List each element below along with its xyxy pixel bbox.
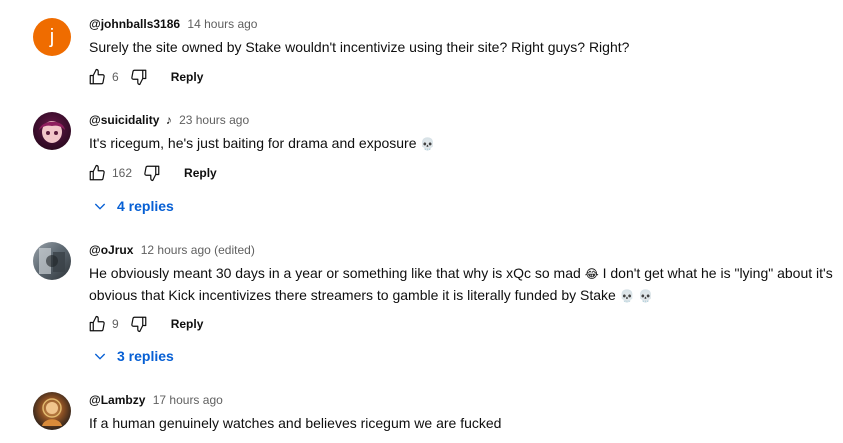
comment-time[interactable]: 12 hours ago (edited)	[141, 243, 255, 257]
reply-button[interactable]: Reply	[171, 70, 204, 84]
comment-author[interactable]: @johnballs3186	[89, 17, 180, 31]
like-count: 9	[112, 317, 119, 331]
chevron-down-icon	[94, 353, 106, 360]
comment-actions: 162 Reply	[87, 162, 217, 184]
reply-button[interactable]: Reply	[184, 166, 217, 180]
avatar[interactable]	[33, 242, 71, 280]
reply-button[interactable]: Reply	[171, 317, 204, 331]
comment-time[interactable]: 17 hours ago	[153, 393, 223, 407]
skull-emoji: 💀	[420, 136, 436, 151]
thumb-down-icon[interactable]	[129, 67, 149, 87]
avatar[interactable]: j	[33, 18, 71, 56]
comment-text-part1: He obviously meant 30 days in a year or …	[89, 265, 581, 281]
thumb-up-icon[interactable]	[87, 314, 107, 334]
thumb-down-icon[interactable]	[142, 163, 162, 183]
comment-header: @johnballs3186 14 hours ago	[89, 17, 257, 31]
replies-label: 3 replies	[117, 348, 174, 364]
comment-time[interactable]: 14 hours ago	[187, 17, 257, 31]
avatar-image	[39, 121, 65, 143]
comment-header: @suicidality ♪ 23 hours ago	[89, 113, 249, 127]
replies-label: 4 replies	[117, 198, 174, 214]
laughing-emoji: 😂	[584, 266, 599, 281]
comment-author[interactable]: @Lambzy	[89, 393, 145, 407]
avatar-image	[42, 398, 62, 426]
avatar-image	[39, 248, 65, 274]
avatar[interactable]	[33, 112, 71, 150]
thumb-down-icon[interactable]	[129, 314, 149, 334]
thumb-up-icon[interactable]	[87, 163, 107, 183]
comment-header: @Lambzy 17 hours ago	[89, 393, 223, 407]
comment-author[interactable]: @suicidality	[89, 113, 159, 127]
chevron-down-icon	[94, 203, 106, 210]
music-note-icon: ♪	[165, 113, 172, 127]
comment-header: @oJrux 12 hours ago (edited)	[89, 243, 255, 257]
comment-actions: 6 Reply	[87, 66, 203, 88]
avatar-letter: j	[49, 25, 55, 48]
like-count: 6	[112, 70, 119, 84]
comment-text: If a human genuinely watches and believe…	[89, 415, 502, 431]
comment-text-body: It's ricegum, he's just baiting for dram…	[89, 135, 417, 151]
comment-author[interactable]: @oJrux	[89, 243, 133, 257]
skull-emoji: 💀 💀	[619, 288, 653, 303]
avatar[interactable]	[33, 392, 71, 430]
comment-text: Surely the site owned by Stake wouldn't …	[89, 39, 630, 55]
like-count: 162	[112, 166, 133, 180]
comment-text: It's ricegum, he's just baiting for dram…	[89, 133, 834, 155]
thumb-up-icon[interactable]	[87, 67, 107, 87]
comment-text: He obviously meant 30 days in a year or …	[89, 263, 834, 307]
view-replies-button[interactable]: 3 replies	[92, 348, 174, 364]
view-replies-button[interactable]: 4 replies	[92, 198, 174, 214]
comment-actions: 9 Reply	[87, 313, 203, 335]
comment-time[interactable]: 23 hours ago	[179, 113, 249, 127]
